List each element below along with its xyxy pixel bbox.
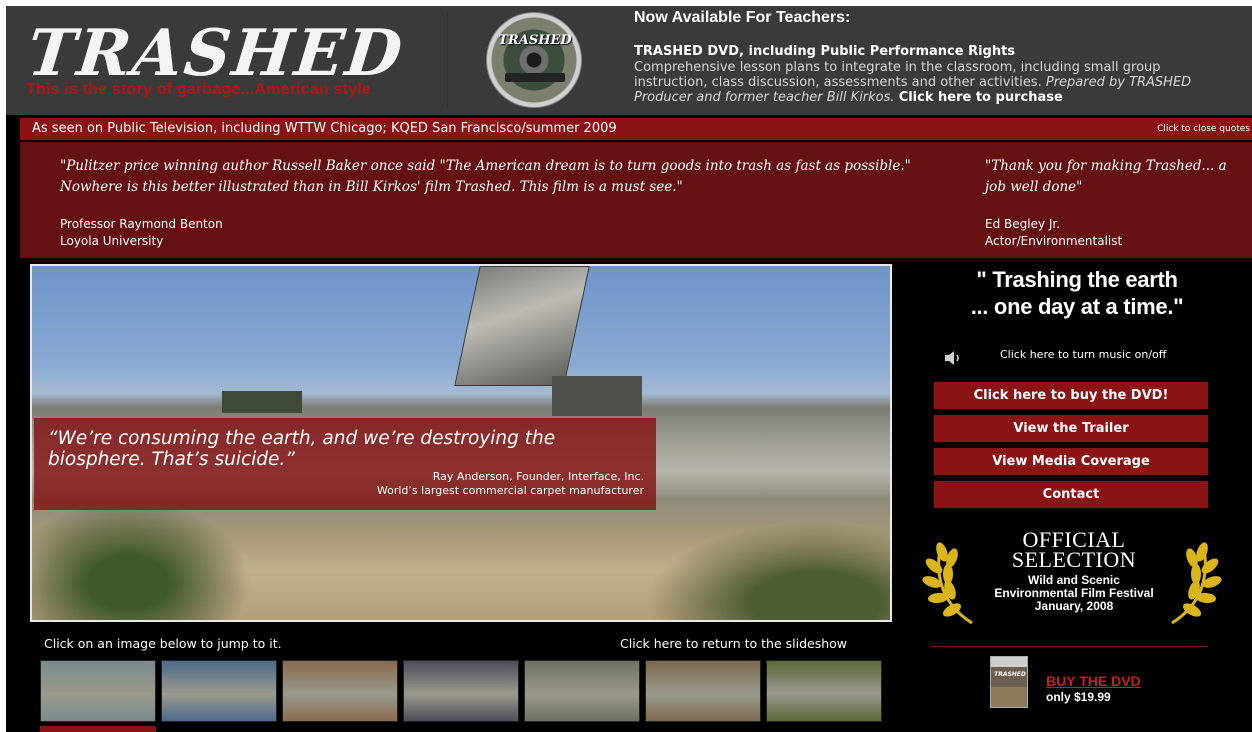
dvd-cover-image[interactable]: TRASHED bbox=[990, 656, 1028, 708]
purchase-link[interactable]: Click here to purchase bbox=[899, 90, 1063, 105]
header-divider bbox=[447, 12, 448, 108]
quote-author: Professor Raymond Benton bbox=[60, 217, 223, 231]
festival-details: Wild and Scenic Environmental Film Festi… bbox=[964, 574, 1184, 613]
music-toggle-link[interactable]: Click here to turn music on/off bbox=[1000, 348, 1166, 361]
teachers-description: Comprehensive lesson plans to integrate … bbox=[634, 60, 1234, 105]
contact-button[interactable]: Contact bbox=[934, 481, 1208, 508]
dvd-disc-title: TRASHED bbox=[498, 33, 572, 48]
dvd-price: only $19.99 bbox=[1046, 690, 1111, 704]
slideshow-image[interactable]: “We’re consuming the earth, and we’re de… bbox=[30, 264, 892, 622]
teachers-subheading: TRASHED DVD, including Public Performanc… bbox=[634, 44, 1016, 59]
official-title-line: SELECTION bbox=[1011, 547, 1137, 572]
quote-affiliation: Actor/Environmentalist bbox=[985, 234, 1123, 248]
thumbnail-strip bbox=[40, 660, 890, 722]
quote-attribution: Professor Raymond Benton Loyola Universi… bbox=[60, 216, 223, 250]
thumbnail[interactable] bbox=[40, 660, 156, 722]
slide-quote: “We’re consuming the earth, and we’re de… bbox=[48, 428, 556, 470]
quote-affiliation: Loyola University bbox=[60, 234, 164, 248]
site-logo[interactable]: TRASHED bbox=[24, 16, 407, 91]
buy-dvd-link[interactable]: BUY THE DVD bbox=[1046, 673, 1141, 689]
site-tagline: This is the story of garbage...American … bbox=[26, 81, 372, 98]
thumbnail[interactable] bbox=[282, 660, 398, 722]
thumbnail[interactable] bbox=[161, 660, 277, 722]
thumbnail-hint: Click on an image below to jump to it. bbox=[44, 636, 282, 651]
page: TRASHED This is the story of garbage...A… bbox=[6, 6, 1252, 732]
thumbnail[interactable] bbox=[403, 660, 519, 722]
quote-author: Ed Begley Jr. bbox=[985, 217, 1061, 231]
slide-attribution: Ray Anderson, Founder, Interface, Inc. W… bbox=[377, 470, 644, 498]
dump-truck-shape bbox=[454, 266, 590, 386]
quotes-bar-text: As seen on Public Television, including … bbox=[32, 121, 617, 136]
close-quotes-link[interactable]: Click to close quotes bbox=[1157, 124, 1250, 134]
thumbnail[interactable] bbox=[524, 660, 640, 722]
slide-attribution-line: Ray Anderson, Founder, Interface, Inc. bbox=[432, 470, 644, 483]
teachers-heading: Now Available For Teachers: bbox=[634, 9, 851, 26]
quotes-bar: As seen on Public Television, including … bbox=[20, 118, 1252, 140]
view-media-coverage-button[interactable]: View Media Coverage bbox=[934, 448, 1208, 475]
quote-text: "Thank you for making Trashed... a job w… bbox=[985, 158, 1227, 195]
dvd-disc-band bbox=[505, 73, 565, 82]
speaker-icon[interactable] bbox=[944, 350, 962, 366]
quote-text: "Pulitzer price winning author Russell B… bbox=[60, 158, 911, 195]
view-trailer-button[interactable]: View the Trailer bbox=[934, 415, 1208, 442]
slide-caption: “We’re consuming the earth, and we’re de… bbox=[34, 418, 656, 510]
truck-body-shape bbox=[552, 376, 642, 416]
official-selection-title: OFFICIAL SELECTION bbox=[974, 529, 1174, 572]
dvd-cover-text: TRASHED bbox=[994, 671, 1026, 678]
header: TRASHED This is the story of garbage...A… bbox=[6, 6, 1252, 115]
active-thumbnail-indicator bbox=[40, 726, 156, 732]
buy-dvd-button[interactable]: Click here to buy the DVD! bbox=[934, 382, 1208, 409]
slogan-line: ... one day at a time." bbox=[970, 294, 1184, 319]
slide-attribution-line: World’s largest commercial carpet manufa… bbox=[376, 484, 644, 497]
quotes-panel: "Pulitzer price winning author Russell B… bbox=[20, 142, 1252, 258]
foreground-brush bbox=[632, 516, 890, 620]
dvd-disc-image[interactable]: TRASHED bbox=[486, 12, 582, 108]
bulldozer-shape bbox=[222, 391, 302, 413]
sidebar-divider bbox=[932, 646, 1208, 647]
thumbnail[interactable] bbox=[645, 660, 761, 722]
return-to-slideshow-link[interactable]: Click here to return to the slideshow bbox=[620, 636, 847, 651]
thumbnail[interactable] bbox=[766, 660, 882, 722]
slogan-line: " Trashing the earth bbox=[976, 267, 1178, 292]
slogan: " Trashing the earth ... one day at a ti… bbox=[932, 266, 1222, 320]
quote-attribution: Ed Begley Jr. Actor/Environmentalist bbox=[985, 216, 1122, 250]
festival-line: January, 2008 bbox=[1034, 599, 1114, 613]
